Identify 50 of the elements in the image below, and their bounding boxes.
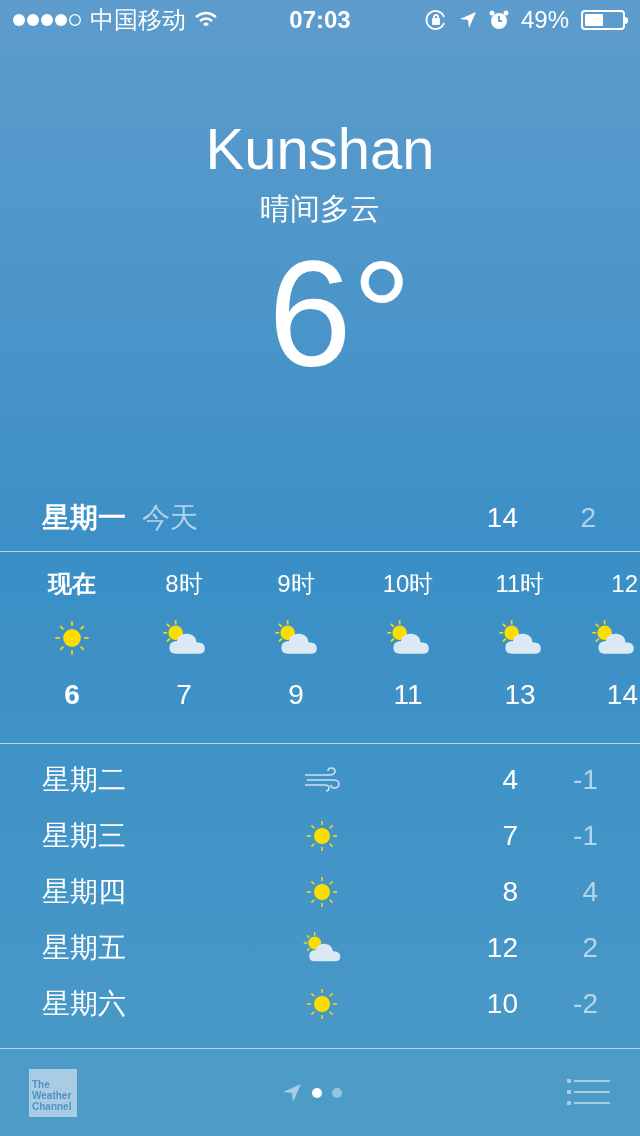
wind-icon — [303, 767, 341, 793]
location-arrow-icon — [282, 1082, 302, 1103]
low-temperature: -2 — [572, 987, 598, 1021]
hour-temperature: 9 — [288, 678, 304, 712]
hour-temperature: 6 — [64, 678, 80, 712]
alarm-clock-icon — [488, 10, 509, 30]
weekday: 星期六 — [42, 987, 127, 1021]
hour-label: 12 — [611, 569, 638, 599]
sun-icon — [304, 818, 340, 854]
weekday: 星期四 — [42, 875, 127, 909]
weather-condition: 晴间多云 — [260, 191, 380, 227]
sun-icon — [304, 874, 340, 910]
location-arrow-icon — [458, 11, 477, 29]
sun-icon — [52, 618, 92, 658]
signal-strength-icon — [12, 13, 82, 27]
high-temperature: 10 — [486, 987, 518, 1021]
clock-time: 07:03 — [289, 5, 351, 35]
high-temperature: 12 — [486, 931, 518, 965]
battery-percentage: 49% — [520, 5, 569, 35]
weekday: 星期五 — [42, 931, 127, 965]
hour-temperature: 7 — [176, 678, 192, 712]
hour-temperature: 11 — [393, 678, 423, 712]
hour-label: 9时 — [277, 569, 315, 599]
hour-label: 8时 — [165, 569, 203, 599]
weekday: 星期二 — [42, 763, 127, 797]
today-weekday: 星期一 — [42, 501, 126, 535]
weather-channel-logo: The Weather Channel — [29, 1068, 77, 1117]
current-temperature: 6° — [267, 239, 412, 389]
carrier-name: 中国移动 — [90, 5, 186, 35]
rotation-lock-icon — [424, 9, 447, 31]
high-temperature: 4 — [502, 763, 518, 797]
hour-label: 现在 — [48, 569, 96, 599]
list-icon[interactable] — [567, 1078, 611, 1107]
low-temperature: 2 — [581, 931, 598, 965]
battery-icon — [581, 10, 628, 30]
low-temperature: -1 — [572, 763, 598, 797]
city-name: Kunshan — [205, 120, 435, 178]
today-label: 今天 — [142, 501, 198, 535]
high-temperature: 8 — [502, 875, 518, 909]
today-high: 14 — [486, 501, 518, 535]
high-temperature: 7 — [502, 819, 518, 853]
hour-temperature: 14 — [606, 678, 638, 712]
hour-temperature: 13 — [504, 678, 536, 712]
sun-icon — [304, 986, 340, 1022]
today-low: 2 — [579, 501, 597, 535]
low-temperature: 4 — [581, 875, 598, 909]
hour-label: 10时 — [382, 569, 434, 599]
hour-label: 11时 — [495, 569, 545, 599]
weekday: 星期三 — [42, 819, 127, 853]
low-temperature: -1 — [572, 819, 598, 853]
